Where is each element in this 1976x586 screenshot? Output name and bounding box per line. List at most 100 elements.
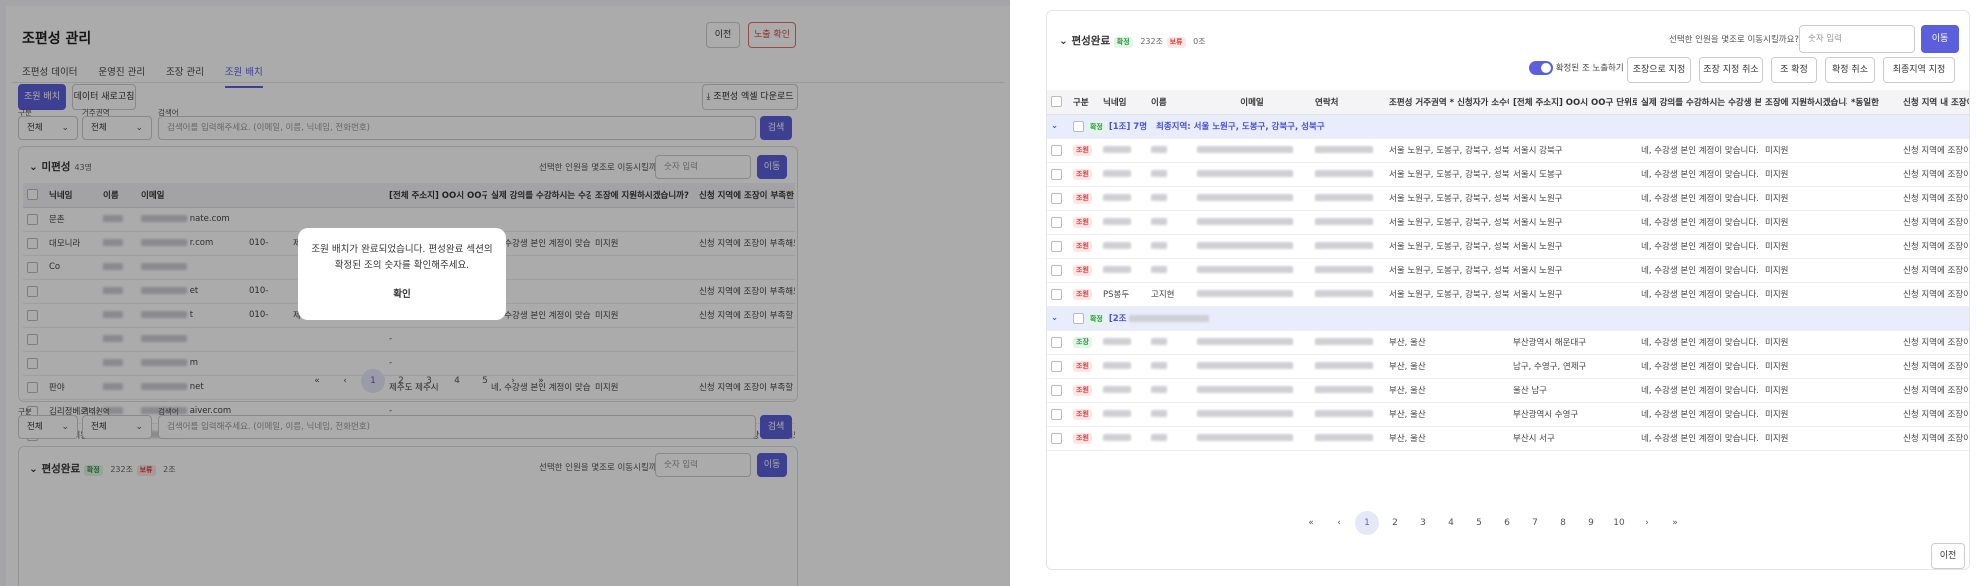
redacted-text — [1197, 338, 1293, 345]
note-cell: 신청 지역에 조장이 부족 — [1899, 426, 1969, 451]
page-link[interactable]: 4 — [1439, 511, 1463, 535]
row-checkbox[interactable] — [1051, 384, 1062, 396]
confirm-cell: 네, 수강생 본인 계정이 맞습니다. — [1637, 162, 1761, 187]
row-checkbox[interactable] — [1051, 168, 1062, 180]
nickname-cell — [1099, 138, 1147, 163]
role-badge: 조원 — [1073, 216, 1092, 228]
page-link[interactable]: 3 — [1411, 511, 1435, 535]
table-row[interactable]: 조원 부산, 울산 남구, 수영구, 연제구 네, 수강생 본인 계정이 맞습니다. 미… — [1047, 354, 1969, 379]
select-all-checkbox[interactable] — [1051, 96, 1062, 108]
col-header: 조편성 거주권역 * 신청자가 소수이 — [1385, 90, 1509, 115]
col-header: 구분 — [1069, 90, 1099, 115]
table-row[interactable]: 조원 PS봉두 고지현 서울 노원구, 도봉구, 강북구, 성북구 서울시 노원구 네, … — [1047, 282, 1969, 307]
redacted-text — [1315, 194, 1373, 201]
confirm-cell: 네, 수강생 본인 계정이 맞습니다. — [1637, 330, 1761, 355]
name-text: 고지현 — [1151, 290, 1175, 300]
page-link[interactable]: 5 — [1467, 511, 1491, 535]
row-checkbox[interactable] — [1051, 192, 1062, 204]
address-cell: 부산시 서구 — [1509, 426, 1637, 451]
modal-ok-button[interactable]: 확인 — [298, 286, 506, 300]
page-link[interactable]: 6 — [1495, 511, 1519, 535]
redacted-text — [1315, 170, 1373, 177]
group-header-row[interactable]: ⌄ 확정 [1조] 7명 최종지역: 서울 노원구, 도봉구, 강북구, 성북구 — [1047, 114, 1969, 139]
chevron-down-icon[interactable]: ⌄ — [1051, 313, 1058, 323]
toggle-switch[interactable] — [1529, 61, 1553, 75]
group-label: [1조] 7명 — [1108, 121, 1148, 132]
page-link[interactable]: 1 — [1355, 511, 1379, 535]
redacted-text — [1315, 290, 1373, 297]
assigned-pagination: «‹ 1 2 3 4 5 6 7 8 9 10 ›» — [1297, 511, 1689, 535]
chevron-down-icon[interactable]: ⌄ — [1051, 121, 1058, 131]
apply-cell: 미지원 — [1761, 402, 1847, 427]
redacted-text — [1151, 242, 1167, 249]
row-checkbox[interactable] — [1051, 360, 1062, 372]
redacted-text — [1315, 266, 1373, 273]
row-checkbox[interactable] — [1051, 264, 1062, 276]
page-link[interactable]: 7 — [1523, 511, 1547, 535]
note-cell: 신청 지역에 조장이 부족 — [1899, 138, 1969, 163]
redacted-text — [1197, 386, 1293, 393]
move-group-input[interactable]: 숫자 입력 — [1799, 25, 1915, 53]
assign-leader-button[interactable]: 조장으로 지정 — [1627, 57, 1691, 83]
redacted-text — [1103, 434, 1131, 441]
table-row[interactable]: 조원 부산, 울산 부산광역시 수영구 네, 수강생 본인 계정이 맞습니다. 미지원 신… — [1047, 402, 1969, 427]
redacted-text — [1197, 146, 1293, 153]
row-checkbox[interactable] — [1051, 288, 1062, 300]
table-row[interactable]: 조장 부산, 울산 부산광역시 해운대구 네, 수강생 본인 계정이 맞습니다. 미지원… — [1047, 330, 1969, 355]
table-row[interactable]: 조원 서울 노원구, 도봉구, 강북구, 성북구 서울시 노원구 네, 수강생 본인 … — [1047, 186, 1969, 211]
confirm-cell: 네, 수강생 본인 계정이 맞습니다. — [1637, 426, 1761, 451]
row-checkbox[interactable] — [1051, 144, 1062, 156]
table-row[interactable]: 조원 부산, 울산 울산 남구 네, 수강생 본인 계정이 맞습니다. 미지원 신청 지역… — [1047, 378, 1969, 403]
page-link[interactable]: 2 — [1383, 511, 1407, 535]
redacted-text — [1315, 362, 1373, 369]
row-checkbox[interactable] — [1051, 336, 1062, 348]
col-header: 연락처 — [1311, 90, 1385, 115]
page-link[interactable]: » — [1663, 511, 1687, 535]
prev-page-button[interactable]: 이전 — [1931, 543, 1965, 569]
row-checkbox[interactable] — [1051, 432, 1062, 444]
table-row[interactable]: 조원 서울 노원구, 도봉구, 강북구, 성북구 서울시 강북구 네, 수강생 본인 … — [1047, 138, 1969, 163]
cancel-confirm-button[interactable]: 확정 취소 — [1825, 57, 1875, 83]
page-link[interactable]: 8 — [1551, 511, 1575, 535]
set-final-region-button[interactable]: 최종지역 지정 — [1883, 57, 1955, 83]
role-badge: 조원 — [1073, 384, 1092, 396]
page-link[interactable]: ‹ — [1327, 511, 1351, 535]
page-link[interactable]: 9 — [1579, 511, 1603, 535]
confirm-group-button[interactable]: 조 확정 — [1771, 57, 1817, 83]
apply-cell: 미지원 — [1761, 282, 1847, 307]
table-row[interactable]: 조원 서울 노원구, 도봉구, 강북구, 성북구 서울시 노원구 네, 수강생 본인 … — [1047, 210, 1969, 235]
group-checkbox[interactable] — [1073, 120, 1084, 132]
table-row[interactable]: 조원 서울 노원구, 도봉구, 강북구, 성북구 서울시 도봉구 네, 수강생 본인 … — [1047, 162, 1969, 187]
row-checkbox[interactable] — [1051, 216, 1062, 228]
role-badge: 조원 — [1073, 168, 1092, 180]
nickname-cell — [1099, 426, 1147, 451]
region-cell: 부산, 울산 — [1385, 354, 1509, 379]
group-checkbox[interactable] — [1073, 312, 1084, 324]
confirm-cell: 네, 수강생 본인 계정이 맞습니다. — [1637, 378, 1761, 403]
table-row[interactable]: 조원 부산, 울산 부산시 서구 네, 수강생 본인 계정이 맞습니다. 미지원 신청 지… — [1047, 426, 1969, 451]
spacer-cell — [1847, 330, 1899, 355]
page-link[interactable]: › — [1635, 511, 1659, 535]
collapse-chevron-icon[interactable]: ⌄ — [1059, 35, 1071, 47]
apply-cell: 미지원 — [1761, 354, 1847, 379]
page-link[interactable]: 10 — [1607, 511, 1631, 535]
name-cell — [1147, 426, 1193, 451]
show-confirmed-toggle[interactable]: 확정된 조 노출하기 — [1529, 61, 1624, 75]
table-row[interactable]: 조원 서울 노원구, 도봉구, 강북구, 성북구 서울시 노원구 네, 수강생 본인 … — [1047, 234, 1969, 259]
region-cell: 부산, 울산 — [1385, 426, 1509, 451]
phone-cell — [1311, 330, 1385, 355]
table-row[interactable]: 조원 서울 노원구, 도봉구, 강북구, 성북구 서울시 노원구 네, 수강생 본인 … — [1047, 258, 1969, 283]
row-checkbox[interactable] — [1051, 240, 1062, 252]
redacted-text — [1129, 314, 1210, 322]
note-cell: 신청 지역에 조장이 부족 — [1899, 378, 1969, 403]
group-header-row[interactable]: ⌄ 확정 [2조 — [1047, 306, 1969, 331]
note-cell: 신청 지역에 조장이 부족 — [1899, 210, 1969, 235]
row-checkbox[interactable] — [1051, 408, 1062, 420]
cancel-leader-button[interactable]: 조장 지정 취소 — [1699, 57, 1763, 83]
redacted-text — [1103, 194, 1131, 201]
move-button[interactable]: 이동 — [1921, 25, 1959, 53]
page-link[interactable]: « — [1299, 511, 1323, 535]
left-panel: 조편성 관리 이전 노출 확인 조편성 데이터 운영진 관리 조장 관리 조원 … — [0, 0, 1010, 586]
apply-cell: 미지원 — [1761, 426, 1847, 451]
table-header: 구분 닉네임 이름 이메일 연락처 조편성 거주권역 * 신청자가 소수이 [전… — [1047, 90, 1969, 115]
